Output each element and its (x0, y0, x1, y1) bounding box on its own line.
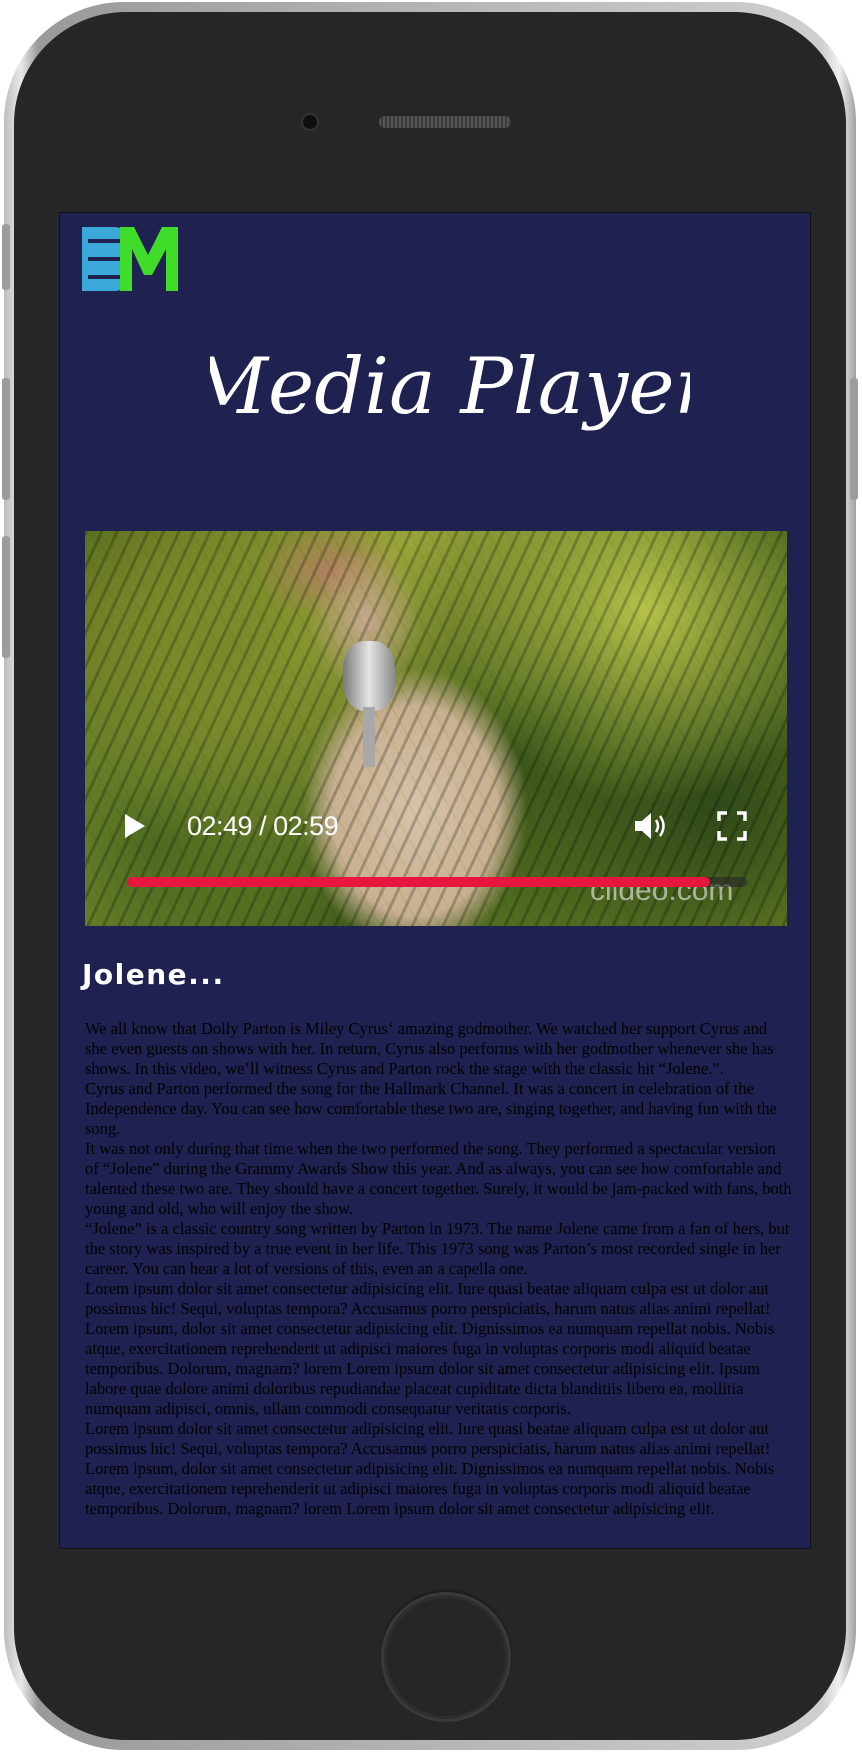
article-paragraph: Cyrus and Parton performed the song for … (85, 1079, 777, 1138)
play-icon[interactable] (125, 814, 145, 838)
power-side-button (850, 378, 858, 500)
time-display: 02:49 / 02:59 (187, 811, 339, 841)
video-frame-mic-stem (363, 707, 375, 767)
volume-down-side-button (2, 536, 10, 658)
earpiece-speaker (379, 116, 511, 128)
progress-bar-fill (127, 877, 710, 887)
article-body: We all know that Dolly Parton is Miley C… (85, 1019, 793, 1519)
video-player[interactable]: 02:49 / 02:59 clideo.com (85, 531, 787, 926)
front-camera (301, 113, 319, 131)
phone-frame: Media Player 02:49 / 02:59 clideo.com Jo… (2, 2, 858, 1750)
mute-switch (2, 224, 10, 290)
page-title-text: Media Player (210, 342, 690, 432)
volume-icon[interactable] (633, 811, 669, 841)
home-button[interactable] (381, 1592, 511, 1722)
article-paragraph: “Jolene” is a classic country song writt… (85, 1219, 790, 1278)
page-title: Media Player (210, 342, 690, 432)
video-frame-microphone (343, 641, 395, 711)
video-frame-foliage (85, 531, 787, 926)
article-paragraph: Lorem ipsum dolor sit amet consectetur a… (85, 1419, 775, 1518)
bm-logo[interactable] (80, 225, 180, 293)
volume-up-side-button (2, 378, 10, 500)
article-paragraph: Lorem ipsum dolor sit amet consectetur a… (85, 1279, 775, 1418)
article-paragraph: We all know that Dolly Parton is Miley C… (85, 1019, 774, 1078)
progress-bar[interactable] (127, 877, 747, 887)
fullscreen-icon[interactable] (717, 811, 747, 841)
song-title: Jolene... (82, 958, 225, 991)
screen: Media Player 02:49 / 02:59 clideo.com Jo… (59, 212, 811, 1549)
article-paragraph: It was not only during that time when th… (85, 1139, 792, 1218)
